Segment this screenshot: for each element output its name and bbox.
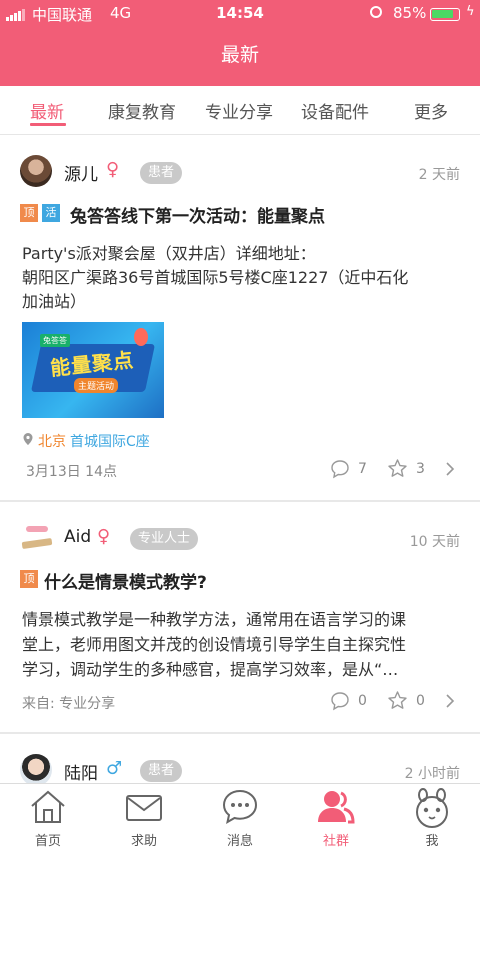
event-tag: 活 bbox=[42, 204, 60, 222]
tabbar-label: 社群 bbox=[322, 834, 349, 849]
post-title[interactable]: 兔答答线下第一次活动：能量聚点 bbox=[70, 202, 325, 227]
male-icon: ♂ bbox=[106, 758, 123, 779]
post-time: 10 天前 bbox=[409, 534, 460, 550]
female-icon: ♀ bbox=[97, 526, 111, 547]
envelope-icon bbox=[126, 795, 162, 821]
post-title[interactable]: 什么是情景模式教学? bbox=[44, 568, 207, 593]
tabbar-label: 首页 bbox=[34, 834, 61, 849]
comment-count: 0 bbox=[358, 693, 367, 709]
post-time: 2 小时前 bbox=[404, 766, 460, 782]
comment-icon[interactable] bbox=[330, 459, 350, 479]
balloon-icon bbox=[134, 328, 148, 346]
charging-icon: ϟ bbox=[466, 4, 475, 19]
battery-icon bbox=[430, 8, 460, 21]
post-card[interactable]: 陆阳 ♂ 患者 2 小时前 bbox=[0, 734, 480, 783]
avatar[interactable] bbox=[20, 155, 52, 187]
home-icon bbox=[31, 790, 65, 823]
post-card[interactable]: Aid ♀ 专业人士 10 天前 顶 什么是情景模式教学? 情景模式教学是一种教… bbox=[0, 502, 480, 732]
post-body-line: 朝阳区广渠路36号首城国际5号楼C座1227（近中石化 bbox=[22, 268, 409, 287]
chat-bubble-icon bbox=[222, 789, 258, 824]
status-bar: 中国联通 4G 14:54 85% ϟ bbox=[0, 0, 480, 28]
tabbar-label: 我 bbox=[425, 834, 439, 849]
star-count: 0 bbox=[416, 693, 425, 709]
community-icon bbox=[318, 791, 355, 824]
author-name[interactable]: 陆阳 bbox=[64, 759, 98, 783]
bottom-tab-bar: 首页 求助 消息 社群 我 bbox=[0, 783, 480, 854]
star-icon[interactable] bbox=[387, 690, 408, 711]
post-time: 2 天前 bbox=[418, 167, 460, 183]
tab-more[interactable]: 更多 bbox=[414, 98, 448, 123]
active-tab-indicator bbox=[30, 123, 66, 126]
tab-professional-share[interactable]: 专业分享 bbox=[205, 98, 273, 123]
location-place[interactable]: 首城国际C座 bbox=[70, 431, 150, 451]
chevron-right-icon[interactable] bbox=[445, 694, 455, 708]
chevron-right-icon[interactable] bbox=[445, 462, 455, 476]
app-header: 中国联通 4G 14:54 85% ϟ 最新 bbox=[0, 0, 480, 86]
post-image[interactable]: 兔答答 能量聚点 主题活动 bbox=[22, 322, 164, 418]
tab-rehab-education[interactable]: 康复教育 bbox=[108, 98, 176, 123]
comment-icon[interactable] bbox=[330, 691, 350, 711]
post-body-line: 加油站） bbox=[22, 292, 87, 311]
author-name[interactable]: Aid bbox=[64, 527, 91, 547]
role-badge: 患者 bbox=[140, 760, 183, 782]
role-badge: 专业人士 bbox=[130, 528, 199, 550]
tabbar-label: 求助 bbox=[130, 834, 157, 849]
post-body-line: 学习，调动学生的多种感官，提高学习效率，是从“… bbox=[22, 660, 399, 679]
page-title: 最新 bbox=[220, 44, 259, 66]
post-card[interactable]: 源儿 ♀ 患者 2 天前 顶 活 兔答答线下第一次活动：能量聚点 Party's… bbox=[0, 135, 480, 500]
star-icon[interactable] bbox=[387, 458, 408, 479]
tabbar-help[interactable]: 求助 bbox=[96, 784, 192, 854]
author-name[interactable]: 源儿 bbox=[64, 160, 98, 185]
post-source[interactable]: 来自: 专业分享 bbox=[22, 693, 115, 713]
location-city[interactable]: 北京 bbox=[38, 431, 66, 451]
post-body[interactable]: Party's派对聚会屋（双井店）详细地址： 朝阳区广渠路36号首城国际5号楼C… bbox=[22, 242, 462, 314]
avatar[interactable] bbox=[20, 522, 54, 556]
tabbar-me[interactable]: 我 bbox=[384, 784, 480, 854]
battery-percent: 85% bbox=[393, 4, 427, 22]
tabbar-label: 消息 bbox=[226, 834, 253, 849]
female-icon: ♀ bbox=[106, 159, 120, 180]
post-body-line: Party's派对聚会屋（双井店）详细地址： bbox=[22, 244, 316, 263]
post-date: 3月13日 14点 bbox=[26, 464, 117, 480]
bunny-face-icon bbox=[416, 788, 448, 828]
tab-latest[interactable]: 最新 bbox=[30, 98, 64, 123]
role-badge: 患者 bbox=[140, 162, 183, 184]
star-count: 3 bbox=[416, 461, 425, 477]
avatar[interactable] bbox=[20, 754, 52, 783]
comment-count: 7 bbox=[358, 461, 367, 477]
location-pin-icon bbox=[23, 433, 33, 445]
image-badge-text: 兔答答 bbox=[40, 334, 70, 347]
post-body[interactable]: 情景模式教学是一种教学方法，通常用在语言学习的课 堂上，老师用图文并茂的创设情境… bbox=[22, 607, 462, 682]
category-tabs: 最新 康复教育 专业分享 设备配件 更多 bbox=[0, 86, 480, 135]
tab-equipment[interactable]: 设备配件 bbox=[301, 98, 369, 123]
post-body-line: 堂上，老师用图文并茂的创设情境引导学生自主探究性 bbox=[22, 635, 407, 654]
pinned-tag: 顶 bbox=[20, 204, 38, 222]
image-sub-text: 主题活动 bbox=[74, 378, 119, 393]
tabbar-messages[interactable]: 消息 bbox=[192, 784, 288, 854]
orientation-lock-icon bbox=[370, 6, 382, 18]
pinned-tag: 顶 bbox=[20, 570, 38, 588]
tabbar-home[interactable]: 首页 bbox=[0, 784, 96, 854]
post-body-line: 情景模式教学是一种教学方法，通常用在语言学习的课 bbox=[22, 610, 407, 629]
tabbar-community[interactable]: 社群 bbox=[288, 784, 384, 854]
